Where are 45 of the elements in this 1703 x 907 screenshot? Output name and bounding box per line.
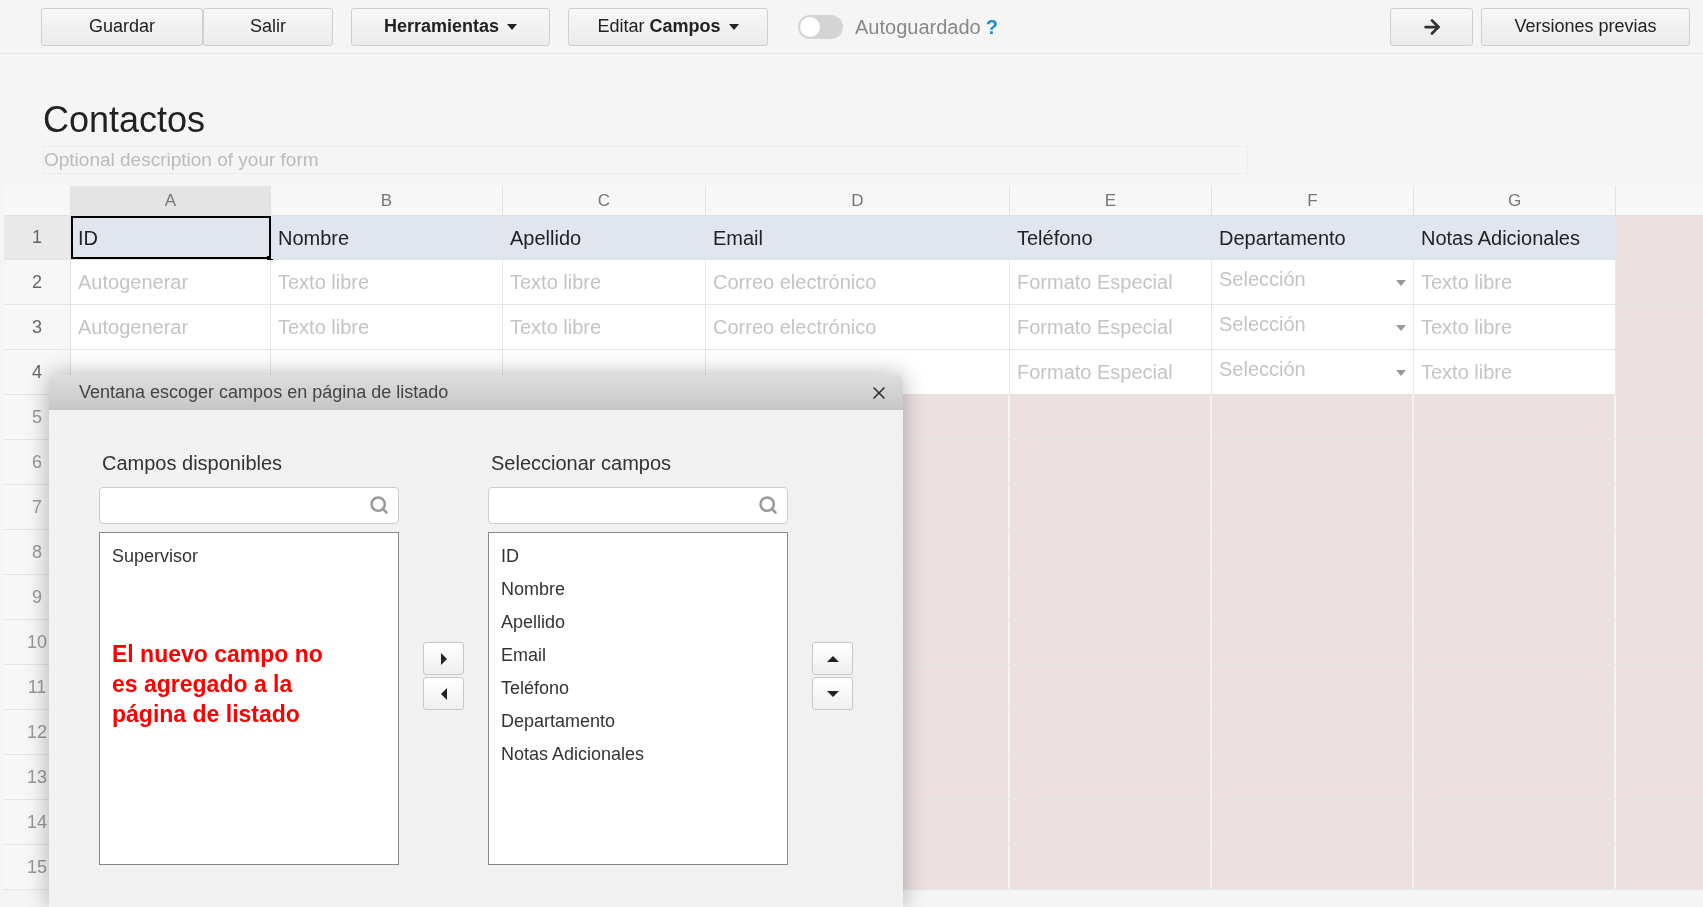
dropdown-button[interactable]: Herramientas <box>351 7 550 46</box>
add-button[interactable] <box>423 642 464 675</box>
remove-button[interactable] <box>423 677 464 710</box>
list-item[interactable]: Supervisor <box>112 540 199 573</box>
toolbar-button[interactable]: Guardar <box>41 7 203 46</box>
dropdown-button[interactable]: Editar Campos <box>568 7 768 46</box>
list-item[interactable]: ID <box>501 540 519 573</box>
annotation-text: El nuevo campo no es agregado a la página de listado <box>112 640 324 729</box>
search-icon <box>369 495 389 515</box>
table-cell[interactable]: Teléfono <box>1010 216 1212 259</box>
list-label: Seleccionar campos <box>490 451 673 476</box>
row-number: 1 <box>4 216 71 259</box>
table-cell[interactable]: Nombre <box>271 216 503 259</box>
move-up-button[interactable] <box>812 642 853 675</box>
autosave-toggle[interactable] <box>798 14 843 39</box>
dialog-title: Ventana escoger campos en página de listado <box>79 381 449 404</box>
toolbar-button[interactable]: Salir <box>203 7 333 46</box>
description-field[interactable]: Optional description of your form <box>43 146 1248 174</box>
move-down-button[interactable] <box>812 677 853 710</box>
list-item[interactable]: Teléfono <box>501 672 570 705</box>
search-field[interactable] <box>99 487 399 524</box>
versions-button[interactable]: Versiones previas <box>1481 7 1690 46</box>
arrow-button[interactable] <box>1390 7 1473 46</box>
caret-icon <box>1396 370 1406 376</box>
table-cell[interactable]: Apellido <box>503 216 706 259</box>
caret-icon <box>728 23 739 30</box>
help-link[interactable]: ? <box>985 11 998 42</box>
autosave-label: Autoguardado <box>855 14 981 40</box>
list-label: Campos disponibles <box>101 451 284 476</box>
table-cell[interactable]: Email <box>706 216 1010 259</box>
caret-icon <box>507 23 518 30</box>
caret-icon <box>1396 280 1406 286</box>
form-title: Contactos <box>43 100 207 140</box>
list-item[interactable]: Notas Adicionales <box>501 738 645 771</box>
caret-icon <box>1396 325 1406 331</box>
table-cell[interactable]: Notas Adicionales <box>1414 216 1616 259</box>
list-item[interactable]: Departamento <box>501 705 616 738</box>
search-field[interactable] <box>488 487 788 524</box>
table-cell[interactable]: Departamento <box>1212 216 1414 259</box>
list-item[interactable]: Email <box>501 639 546 672</box>
column-header[interactable]: A <box>71 186 271 215</box>
search-icon <box>758 495 778 515</box>
list-item[interactable]: Nombre <box>501 573 566 606</box>
list-item[interactable]: Apellido <box>501 606 566 639</box>
table-cell[interactable]: ID <box>71 216 271 259</box>
